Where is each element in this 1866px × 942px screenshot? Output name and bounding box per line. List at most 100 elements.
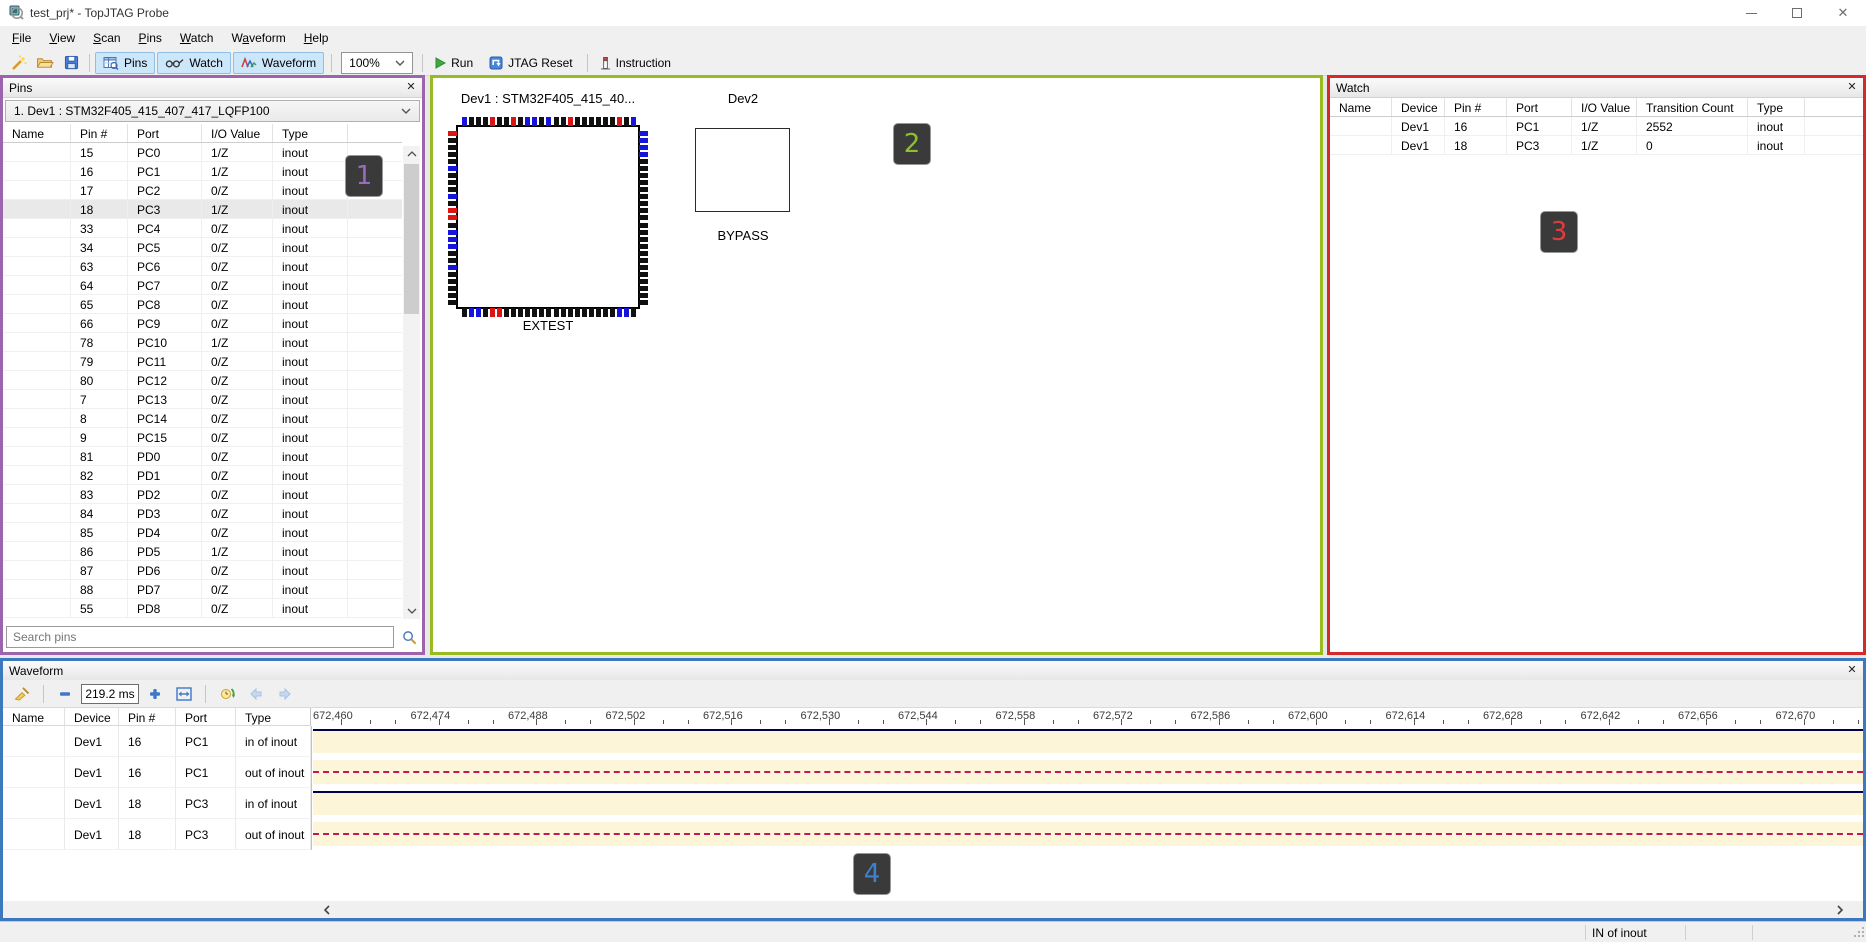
chip-pin[interactable] [448,138,457,143]
dev2-chip[interactable] [695,128,790,212]
search-button[interactable] [398,627,420,647]
pins-table-row[interactable]: 80PC120/Zinout [3,371,402,390]
pins-table-row[interactable]: 66PC90/Zinout [3,314,402,333]
chip-pin[interactable] [624,117,629,126]
chip-pin[interactable] [448,230,457,235]
pins-table-row[interactable]: 79PC110/Zinout [3,352,402,371]
chip-pin[interactable] [561,308,566,317]
chip-pin[interactable] [639,237,648,242]
pins-table-row[interactable]: 55PD80/Zinout [3,599,402,618]
pins-table-row[interactable]: 65PC80/Zinout [3,295,402,314]
pins-table-row[interactable]: 63PC60/Zinout [3,257,402,276]
scroll-up-icon[interactable] [403,146,420,162]
menu-file[interactable]: File [3,27,40,49]
waveform-lane[interactable] [311,757,1863,788]
pins-column-header[interactable]: Port [128,124,202,142]
chip-pin[interactable] [546,117,551,126]
clear-waveform-button[interactable] [9,683,35,705]
chip-pin[interactable] [476,308,481,317]
chip-pin[interactable] [448,187,457,192]
waveform-toggle-button[interactable]: Waveform [233,52,324,74]
chip-pin[interactable] [639,152,648,157]
chip-pin[interactable] [490,117,495,126]
resize-grip-icon[interactable] [1853,926,1865,941]
pins-column-header[interactable]: Name [3,124,71,142]
pins-table-row[interactable]: 15PC01/Zinout [3,143,402,162]
pins-table-row[interactable]: 64PC70/Zinout [3,276,402,295]
chip-pin[interactable] [469,308,474,317]
chip-pin[interactable] [504,117,509,126]
chip-pin[interactable] [617,308,622,317]
chip-pin[interactable] [518,117,523,126]
chip-pin[interactable] [639,293,648,298]
pins-column-header[interactable]: Pin # [71,124,128,142]
chip-pin[interactable] [603,308,608,317]
pins-table-row[interactable]: 33PC40/Zinout [3,219,402,238]
watch-column-header[interactable]: Port [1507,98,1572,116]
waveform-row[interactable]: Dev118PC3out of inout [3,819,1863,850]
chip-pin[interactable] [639,180,648,185]
waveform-column-header[interactable]: Device [65,708,119,725]
chip-pin[interactable] [448,208,457,213]
chip-pin[interactable] [448,293,457,298]
chip-pin[interactable] [448,251,457,256]
chip-pin[interactable] [448,215,457,220]
watch-column-header[interactable]: I/O Value [1572,98,1637,116]
chip-pin[interactable] [532,308,537,317]
menu-scan[interactable]: Scan [84,27,129,49]
maximize-button[interactable] [1774,0,1820,26]
waveform-row[interactable]: Dev116PC1out of inout [3,757,1863,788]
chip-pin[interactable] [448,145,457,150]
pins-table-row[interactable]: 17PC20/Zinout [3,181,402,200]
waveform-panel-close-icon[interactable]: ✕ [1844,663,1860,679]
chip-pin[interactable] [448,279,457,284]
waveform-timeline-ruler[interactable]: 672,460672,474672,488672,502672,516672,5… [311,708,1863,726]
chip-pin[interactable] [582,308,587,317]
waveform-row[interactable]: Dev118PC3in of inout [3,788,1863,819]
chip-pin[interactable] [462,308,467,317]
waveform-row[interactable]: Dev116PC1in of inout [3,726,1863,757]
chip-pin[interactable] [497,117,502,126]
pins-toggle-button[interactable]: Pins [95,52,155,74]
search-input[interactable] [6,626,394,648]
zoom-select[interactable]: 100% [341,52,413,74]
pins-table-row[interactable]: 82PD10/Zinout [3,466,402,485]
waveform-lane[interactable] [311,726,1863,757]
chip-pin[interactable] [448,166,457,171]
scroll-down-icon[interactable] [403,603,420,619]
chip-pin[interactable] [490,308,495,317]
chip-pin[interactable] [589,117,594,126]
chip-pin[interactable] [448,223,457,228]
pins-table-row[interactable]: 84PD30/Zinout [3,504,402,523]
watch-table-row[interactable]: Dev116PC11/Z2552inout [1330,117,1863,136]
chip-pin[interactable] [639,251,648,256]
chip-pin[interactable] [546,308,551,317]
waveform-column-header[interactable]: Port [176,708,236,725]
chip-pin[interactable] [639,223,648,228]
chip-pin[interactable] [624,308,629,317]
chip-pin[interactable] [448,159,457,164]
watch-panel-close-icon[interactable]: ✕ [1844,80,1860,96]
chip-pin[interactable] [617,117,622,126]
chip-pin[interactable] [476,117,481,126]
chip-pin[interactable] [554,308,559,317]
zoom-out-time-button[interactable] [52,683,78,705]
chip-pin[interactable] [610,117,615,126]
chip-pin[interactable] [639,173,648,178]
chip-pin[interactable] [639,208,648,213]
dev1-chip[interactable] [456,125,640,309]
chip-pin[interactable] [575,308,580,317]
go-to-latest-button[interactable] [214,683,240,705]
chip-pin[interactable] [610,308,615,317]
chip-pin[interactable] [448,180,457,185]
scrollbar-thumb[interactable] [404,164,419,314]
waveform-column-header[interactable]: Pin # [119,708,176,725]
watch-column-header[interactable]: Transition Count [1637,98,1748,116]
watch-column-header[interactable]: Pin # [1445,98,1507,116]
pins-panel-close-icon[interactable]: ✕ [403,80,419,96]
chip-pin[interactable] [582,117,587,126]
pins-table-row[interactable]: 16PC11/Zinout [3,162,402,181]
scroll-right-icon[interactable] [1831,901,1849,918]
chip-pin[interactable] [631,308,636,317]
chip-pin[interactable] [462,117,467,126]
